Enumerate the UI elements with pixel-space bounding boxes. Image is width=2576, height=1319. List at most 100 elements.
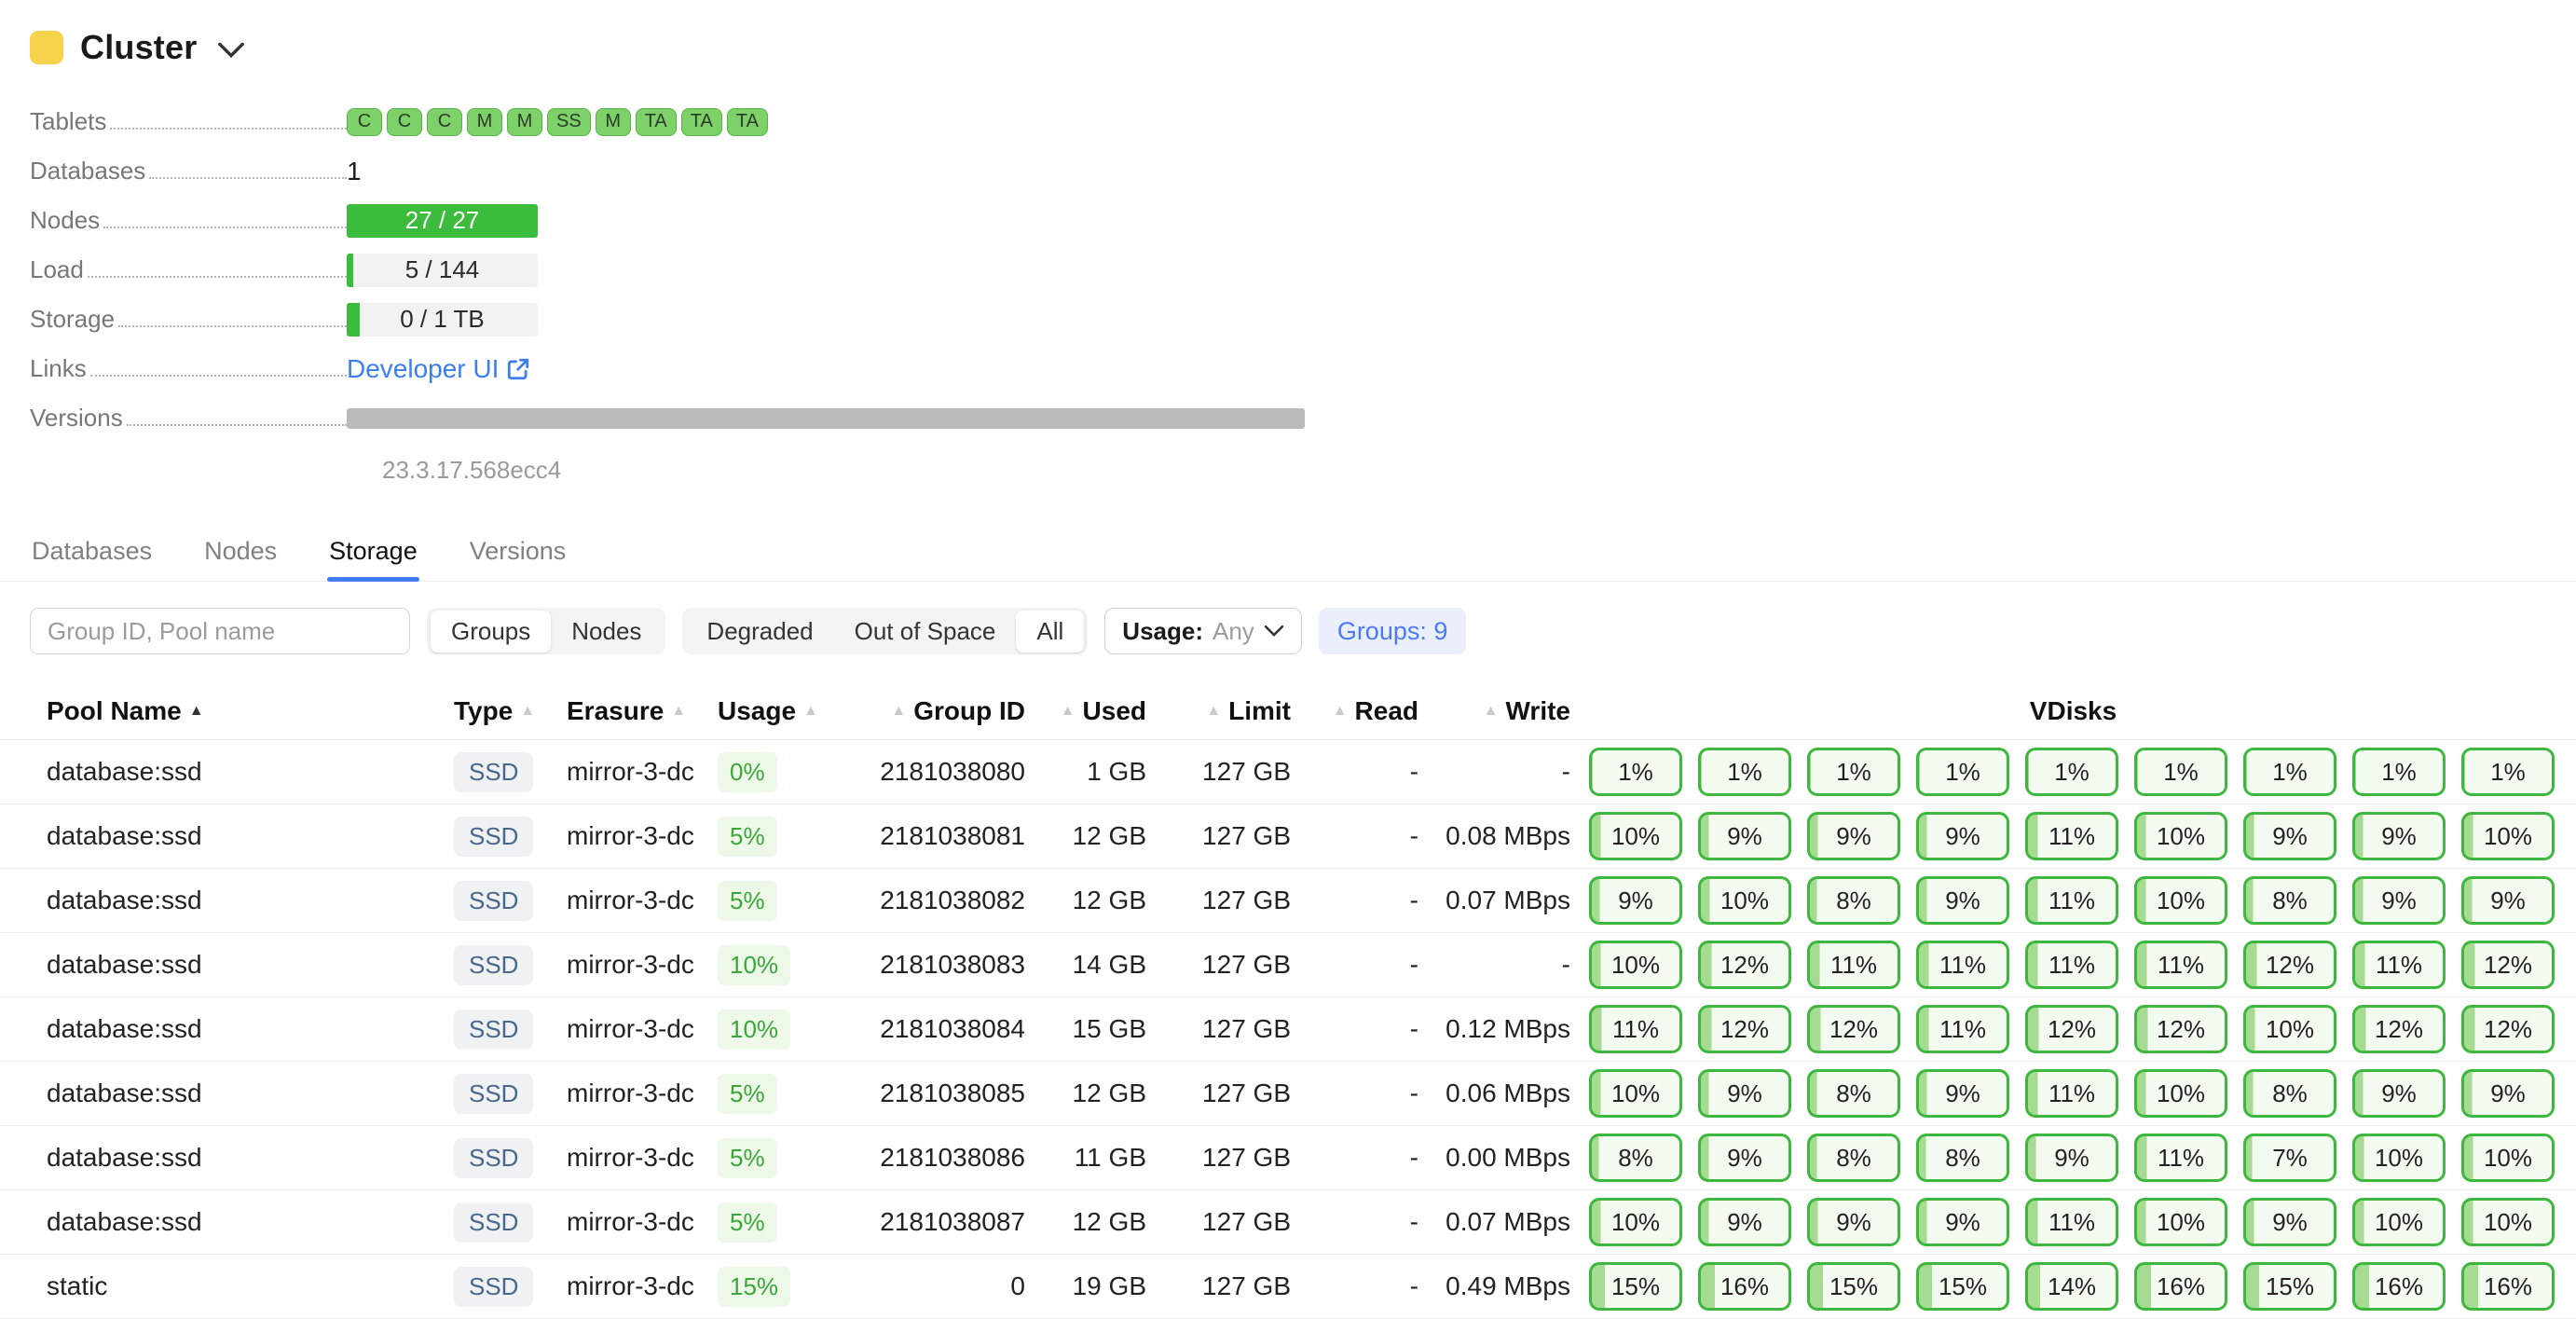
vdisk-badge[interactable]: 11% <box>2025 876 2118 925</box>
vdisk-badge[interactable]: 11% <box>1916 941 2009 989</box>
table-row[interactable]: database:ssdSSDmirror-3-dc5%218103808712… <box>0 1190 2576 1255</box>
column-header-usage[interactable]: Usage▲ <box>718 696 811 726</box>
table-row[interactable]: database:ssdSSDmirror-3-dc5%218103808611… <box>0 1126 2576 1190</box>
vdisk-badge[interactable]: 9% <box>2352 1069 2446 1118</box>
vdisk-badge[interactable]: 11% <box>2025 1198 2118 1246</box>
vdisk-badge[interactable]: 10% <box>2134 812 2227 860</box>
entity-option-nodes[interactable]: Nodes <box>551 611 662 653</box>
table-row[interactable]: database:ssdSSDmirror-3-dc5%218103808112… <box>0 804 2576 869</box>
vdisk-badge[interactable]: 10% <box>1589 941 1682 989</box>
vdisk-badge[interactable]: 10% <box>2352 1198 2446 1246</box>
vdisk-badge[interactable]: 16% <box>2134 1262 2227 1311</box>
vdisk-badge[interactable]: 14% <box>2025 1262 2118 1311</box>
vdisk-badge[interactable]: 1% <box>1698 748 1791 796</box>
vdisk-badge[interactable]: 9% <box>2352 812 2446 860</box>
vdisk-badge[interactable]: 9% <box>1916 1069 2009 1118</box>
state-option-degraded[interactable]: Degraded <box>686 611 833 653</box>
vdisk-badge[interactable]: 9% <box>1698 812 1791 860</box>
vdisk-badge[interactable]: 8% <box>1916 1134 2009 1182</box>
vdisk-badge[interactable]: 10% <box>1589 812 1682 860</box>
vdisk-badge[interactable]: 12% <box>1698 941 1791 989</box>
chevron-down-icon[interactable] <box>217 40 245 61</box>
vdisk-badge[interactable]: 1% <box>2025 748 2118 796</box>
table-row[interactable]: staticSSDmirror-3-dc15%019 GB127 GB-0.49… <box>0 1255 2576 1319</box>
column-header-type[interactable]: Type▲ <box>454 696 567 726</box>
tab-databases[interactable]: Databases <box>30 528 154 581</box>
vdisk-badge[interactable]: 10% <box>1589 1069 1682 1118</box>
tablet-state-badge[interactable]: SS <box>547 108 591 136</box>
tablet-state-badge[interactable]: M <box>507 108 542 136</box>
vdisk-badge[interactable]: 9% <box>2243 1198 2336 1246</box>
tablet-state-badge[interactable]: M <box>596 108 631 136</box>
vdisk-badge[interactable]: 12% <box>2461 941 2555 989</box>
vdisk-badge[interactable]: 15% <box>2243 1262 2336 1311</box>
vdisk-badge[interactable]: 12% <box>1807 1005 1900 1053</box>
vdisk-badge[interactable]: 16% <box>2352 1262 2446 1311</box>
vdisk-badge[interactable]: 8% <box>1807 1069 1900 1118</box>
tab-storage[interactable]: Storage <box>327 528 419 581</box>
vdisk-badge[interactable]: 9% <box>2243 812 2336 860</box>
column-header-used[interactable]: ▲Used <box>1025 696 1146 726</box>
vdisk-badge[interactable]: 10% <box>2352 1134 2446 1182</box>
vdisk-badge[interactable]: 11% <box>1589 1005 1682 1053</box>
vdisk-badge[interactable]: 11% <box>2025 941 2118 989</box>
vdisk-badge[interactable]: 8% <box>2243 876 2336 925</box>
vdisk-badge[interactable]: 9% <box>2461 1069 2555 1118</box>
vdisk-badge[interactable]: 9% <box>1698 1069 1791 1118</box>
table-row[interactable]: database:ssdSSDmirror-3-dc0%21810380801 … <box>0 740 2576 804</box>
vdisk-badge[interactable]: 1% <box>2243 748 2336 796</box>
table-row[interactable]: database:ssdSSDmirror-3-dc5%218103808212… <box>0 869 2576 933</box>
vdisk-badge[interactable]: 8% <box>1807 876 1900 925</box>
table-row[interactable]: database:ssdSSDmirror-3-dc10%21810380841… <box>0 997 2576 1062</box>
state-option-all[interactable]: All <box>1016 611 1084 653</box>
vdisk-badge[interactable]: 12% <box>2025 1005 2118 1053</box>
table-row[interactable]: database:ssdSSDmirror-3-dc10%21810380831… <box>0 933 2576 997</box>
state-option-out-of-space[interactable]: Out of Space <box>834 611 1017 653</box>
vdisk-badge[interactable]: 8% <box>2243 1069 2336 1118</box>
vdisk-badge[interactable]: 10% <box>2461 1198 2555 1246</box>
vdisk-badge[interactable]: 12% <box>2461 1005 2555 1053</box>
vdisk-badge[interactable]: 12% <box>1698 1005 1791 1053</box>
vdisk-badge[interactable]: 11% <box>2134 1134 2227 1182</box>
vdisk-badge[interactable]: 11% <box>2025 1069 2118 1118</box>
vdisk-badge[interactable]: 1% <box>2352 748 2446 796</box>
vdisk-badge[interactable]: 9% <box>1916 876 2009 925</box>
column-header-group-id[interactable]: ▲Group ID <box>811 696 1025 726</box>
vdisk-badge[interactable]: 7% <box>2243 1134 2336 1182</box>
column-header-limit[interactable]: ▲Limit <box>1146 696 1291 726</box>
vdisk-badge[interactable]: 9% <box>1698 1198 1791 1246</box>
vdisk-badge[interactable]: 9% <box>1698 1134 1791 1182</box>
vdisk-badge[interactable]: 12% <box>2243 941 2336 989</box>
tablet-state-badge[interactable]: C <box>427 108 462 136</box>
vdisk-badge[interactable]: 11% <box>1916 1005 2009 1053</box>
vdisk-badge[interactable]: 10% <box>2461 1134 2555 1182</box>
vdisk-badge[interactable]: 10% <box>2134 876 2227 925</box>
vdisk-badge[interactable]: 12% <box>2352 1005 2446 1053</box>
vdisk-badge[interactable]: 9% <box>1807 1198 1900 1246</box>
usage-filter-select[interactable]: Usage: Any <box>1104 608 1302 654</box>
search-input[interactable] <box>30 608 410 654</box>
vdisk-badge[interactable]: 15% <box>1589 1262 1682 1311</box>
vdisk-badge[interactable]: 10% <box>1698 876 1791 925</box>
vdisk-badge[interactable]: 9% <box>1916 812 2009 860</box>
vdisk-badge[interactable]: 10% <box>2243 1005 2336 1053</box>
vdisk-badge[interactable]: 16% <box>1698 1262 1791 1311</box>
vdisk-badge[interactable]: 1% <box>1916 748 2009 796</box>
tablet-state-badge[interactable]: C <box>347 108 382 136</box>
vdisk-badge[interactable]: 9% <box>2025 1134 2118 1182</box>
vdisk-badge[interactable]: 9% <box>1916 1198 2009 1246</box>
vdisk-badge[interactable]: 15% <box>1807 1262 1900 1311</box>
vdisk-badge[interactable]: 11% <box>2025 812 2118 860</box>
tablet-state-badge[interactable]: TA <box>681 108 722 136</box>
tablet-state-badge[interactable]: TA <box>636 108 677 136</box>
vdisk-badge[interactable]: 9% <box>2352 876 2446 925</box>
vdisk-badge[interactable]: 16% <box>2461 1262 2555 1311</box>
vdisk-badge[interactable]: 10% <box>2461 812 2555 860</box>
table-row[interactable]: database:ssdSSDmirror-3-dc5%218103808512… <box>0 1062 2576 1126</box>
entity-option-groups[interactable]: Groups <box>431 611 551 653</box>
vdisk-badge[interactable]: 1% <box>2134 748 2227 796</box>
vdisk-badge[interactable]: 12% <box>2134 1005 2227 1053</box>
developer-ui-link[interactable]: Developer UI <box>347 354 530 384</box>
vdisk-badge[interactable]: 1% <box>1589 748 1682 796</box>
column-header-write[interactable]: ▲Write <box>1418 696 1570 726</box>
